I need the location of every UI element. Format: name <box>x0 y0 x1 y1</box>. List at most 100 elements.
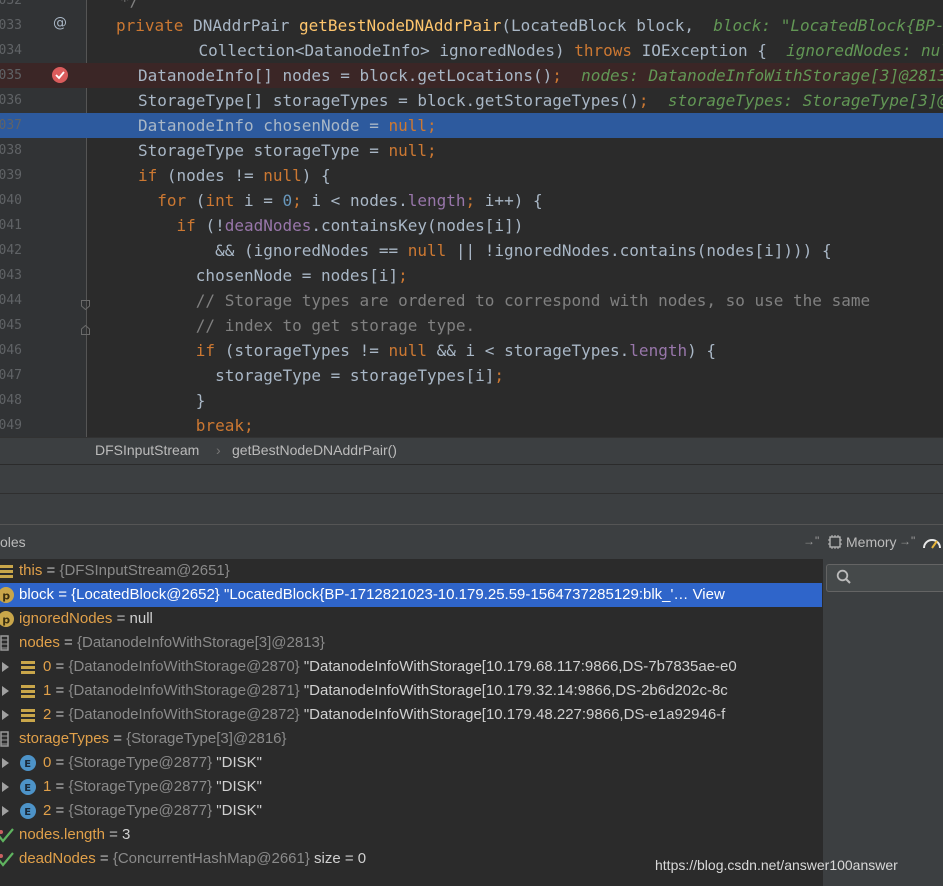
variable-name: nodes <box>19 634 60 651</box>
expand-arrow-icon[interactable] <box>2 782 9 792</box>
code-line[interactable]: 035 DatanodeInfo[] nodes = block.getLocat… <box>0 63 943 88</box>
breadcrumb-class[interactable]: DFSInputStream <box>95 442 199 458</box>
code-line[interactable]: 039 if (nodes != null) { <box>0 163 943 188</box>
code-token: (storageTypes != <box>224 341 389 360</box>
svg-text:E: E <box>24 783 31 794</box>
code-token: ignoredNodes <box>253 241 370 260</box>
code-text: if (!deadNodes.containsKey(nodes[i]) <box>138 213 524 238</box>
code-line[interactable]: 042 && (ignoredNodes == null || !ignored… <box>0 238 943 263</box>
code-token: private <box>116 16 194 35</box>
code-line[interactable]: 033 private DNAddrPair getBestNodeDNAddrP… <box>0 13 943 38</box>
variable-value: "LocatedBlock{BP-1712821023-10.179.25.59… <box>219 586 693 603</box>
code-token: i = <box>243 191 283 210</box>
code-token: StorageType[] storageTypes = block.getSt… <box>138 91 639 110</box>
code-token: getBestNodeDNAddrPair <box>299 16 502 35</box>
variable-value: "DatanodeInfoWithStorage[10.179.48.227:9… <box>299 706 726 723</box>
variable-text: this = {DFSInputStream@2651} <box>19 559 230 583</box>
variable-text: storageTypes = {StorageType[3]@2816} <box>19 727 287 751</box>
line-number: 044 <box>0 293 22 308</box>
code-token: for <box>138 191 196 210</box>
code-token: throws <box>574 41 642 60</box>
code-token: break <box>138 416 244 435</box>
code-line[interactable]: 046 if (storageTypes != null && i < stor… <box>0 338 943 363</box>
variable-row[interactable]: E 0 = {StorageType@2877} "DISK" <box>0 751 822 775</box>
code-token: || ! <box>446 241 495 260</box>
enum-icon: E <box>20 779 36 795</box>
code-line[interactable]: 038 StorageType storageType = null; <box>0 138 943 163</box>
variable-row[interactable]: storageTypes = {StorageType[3]@2816} <box>0 727 822 751</box>
code-token: 0 <box>282 191 293 210</box>
code-line[interactable]: 048 } <box>0 388 943 413</box>
variable-row[interactable]: E 1 = {StorageType@2877} "DISK" <box>0 775 822 799</box>
field-list-icon <box>20 683 36 699</box>
variable-value: "DISK" <box>212 778 262 795</box>
code-editor[interactable]: 032 */ 033 private DNAddrPair getBestNodeDN… <box>0 0 943 437</box>
code-line[interactable]: 049 break; <box>0 413 943 437</box>
view-link[interactable]: View <box>693 586 725 603</box>
code-token: (nodes != <box>166 166 264 185</box>
code-line[interactable]: 045 // index to get storage type. <box>0 313 943 338</box>
expand-arrow-icon[interactable] <box>2 806 9 816</box>
code-text: DatanodeInfo chosenNode = null; <box>138 113 437 138</box>
code-token: int <box>205 191 244 210</box>
code-token: length <box>407 191 466 210</box>
code-line[interactable]: 036 StorageType[] storageTypes = block.ge… <box>0 88 943 113</box>
expand-arrow-icon[interactable] <box>2 710 9 720</box>
line-number: 035 <box>0 68 22 83</box>
variable-name: deadNodes <box>19 850 96 867</box>
variable-value: "DatanodeInfoWithStorage[10.179.32.14:98… <box>299 682 728 699</box>
variable-equals: = <box>51 802 69 819</box>
variables-tree[interactable]: this = {DFSInputStream@2651} p block = {Lo… <box>0 559 822 886</box>
variable-row[interactable]: 0 = {DatanodeInfoWithStorage@2870} "Data… <box>0 655 822 679</box>
code-token: .contains(nodes[i]))) { <box>610 241 832 260</box>
memory-side-panel <box>822 559 943 886</box>
variable-row[interactable]: E 2 = {StorageType@2877} "DISK" <box>0 799 822 823</box>
line-number: 034 <box>0 43 22 58</box>
fold-marker-icon[interactable] <box>81 295 90 311</box>
code-line[interactable]: 034 Collection<DatanodeInfo> ignoredNode… <box>0 38 943 63</box>
variable-row[interactable]: 1 = {DatanodeInfoWithStorage@2871} "Data… <box>0 679 822 703</box>
code-token: deadNodes <box>224 216 312 235</box>
line-number: 043 <box>0 268 22 283</box>
code-line[interactable]: 047 storageType = storageTypes[i]; <box>0 363 943 388</box>
variable-row[interactable]: p block = {LocatedBlock@2652} "LocatedBlo… <box>0 583 822 607</box>
variable-row[interactable]: this = {DFSInputStream@2651} <box>0 559 822 583</box>
breadcrumb-method[interactable]: getBestNodeDNAddrPair() <box>232 442 397 458</box>
gauge-icon[interactable] <box>922 533 943 551</box>
variable-ref: {DatanodeInfoWithStorage@2870} <box>68 658 300 675</box>
expand-arrow-icon[interactable] <box>2 686 9 696</box>
expand-arrow-icon[interactable] <box>2 662 9 672</box>
code-line[interactable]: 041 if (!deadNodes.containsKey(nodes[i]) <box>0 213 943 238</box>
code-text: if (nodes != null) { <box>138 163 331 188</box>
memory-icon[interactable] <box>827 535 843 549</box>
memory-tab[interactable]: Memory <box>846 534 897 550</box>
enum-icon: E <box>20 755 36 771</box>
code-token: ( <box>195 191 206 210</box>
override-icon[interactable]: @ <box>51 13 69 31</box>
inline-debug-value: ignoredNodes: null <box>786 41 943 60</box>
code-line[interactable]: 037 DatanodeInfo chosenNode = null; <box>0 113 943 138</box>
inline-debug-value: block: "LocatedBlock{BP- <box>703 16 943 35</box>
variable-row[interactable]: nodes.length = 3 <box>0 823 822 847</box>
variable-text: 1 = {StorageType@2877} "DISK" <box>43 775 262 799</box>
line-number: 046 <box>0 343 22 358</box>
code-line[interactable]: 032 */ <box>0 0 943 13</box>
memory-pin-icon[interactable]: →" <box>899 534 915 548</box>
code-token: ; <box>426 141 437 160</box>
variable-row[interactable]: nodes = {DatanodeInfoWithStorage[3]@2813… <box>0 631 822 655</box>
breakpoint-check-icon[interactable] <box>51 66 69 84</box>
code-token: Collection<DatanodeInfo> <box>160 41 440 60</box>
code-line[interactable]: 044 // Storage types are ordered to corr… <box>0 288 943 313</box>
code-line[interactable]: 043 chosenNode = nodes[i]; <box>0 263 943 288</box>
variable-equals: = <box>51 754 69 771</box>
code-token: null <box>388 116 427 135</box>
memory-search-input[interactable] <box>826 564 943 592</box>
code-token: null <box>263 166 302 185</box>
variable-row[interactable]: p ignoredNodes = null <box>0 607 822 631</box>
code-line[interactable]: 040 for (int i = 0; i < nodes.length; i+… <box>0 188 943 213</box>
expand-arrow-icon[interactable] <box>2 758 9 768</box>
pin-icon[interactable]: →" <box>803 534 819 548</box>
line-number: 032 <box>0 0 22 8</box>
fold-marker-icon[interactable] <box>81 320 90 335</box>
variable-row[interactable]: 2 = {DatanodeInfoWithStorage@2872} "Data… <box>0 703 822 727</box>
